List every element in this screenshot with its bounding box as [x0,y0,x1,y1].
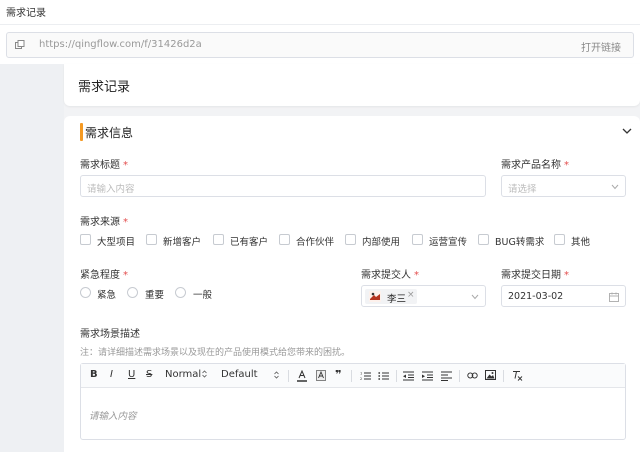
date-value: 2021-03-02 [508,291,564,302]
left-gutter [0,64,64,452]
background-color-icon[interactable] [316,370,326,381]
open-link-button[interactable]: 打开链接 [581,39,621,54]
date-picker[interactable]: 2021-03-02 [501,285,626,307]
chevron-down-icon [611,184,619,190]
link-icon[interactable] [467,370,478,381]
svg-text:2: 2 [360,377,362,381]
source-label: 需求来源 * [80,217,128,228]
source-option-label: 其他 [571,237,591,248]
title-input[interactable]: 请输入内容 [80,175,486,197]
bullet-list-icon[interactable] [378,371,389,381]
source-option-label: 已有客户 [230,237,269,248]
share-link-bar: https://qingflow.com/f/31426d2a 打开链接 [0,24,640,64]
source-checkbox[interactable] [345,234,356,245]
remove-user-icon[interactable]: × [407,290,415,300]
url-text: https://qingflow.com/f/31426d2a [39,39,202,50]
chevron-down-icon [471,294,479,300]
toolbar-divider [503,370,504,382]
source-checkbox[interactable] [213,234,224,245]
scenario-note: 注：请详细描述需求场景以及现在的产品使用模式给您带来的困扰。 [80,348,351,358]
source-checkbox[interactable] [478,234,489,245]
italic-button[interactable]: I [110,369,113,380]
date-label: 需求提交日期 * [501,270,569,281]
source-option-label: BUG转需求 [495,237,545,248]
toolbar-divider [459,370,460,382]
source-option-label: 运营宣传 [429,237,468,248]
editor-placeholder: 请输入内容 [89,411,137,422]
rich-text-editor[interactable]: B I U S Normal Default ❞ 12 请输入内容 [80,363,626,440]
font-select[interactable]: Default [221,369,258,380]
chevron-down-icon[interactable] [622,127,632,135]
updown-icon [274,371,279,379]
user-chip: 李三 × [365,289,417,305]
page-title: 需求记录 [78,80,131,95]
bold-button[interactable]: B [90,369,98,380]
avatar [369,291,381,302]
calendar-icon [609,292,619,302]
urgency-option-label: 重要 [145,290,165,301]
title-label: 需求标题 * [80,160,128,171]
source-checkbox[interactable] [80,234,91,245]
urgency-radio[interactable] [80,287,91,298]
underline-button[interactable]: U [128,369,135,380]
strike-button[interactable]: S [146,369,152,380]
url-field[interactable]: https://qingflow.com/f/31426d2a 打开链接 [6,32,634,58]
quote-button[interactable]: ❞ [335,368,341,381]
text-color-icon[interactable] [297,370,307,382]
section-accent-bar [80,123,83,141]
window-titlebar: 需求记录 [0,0,640,24]
source-option-label: 内部使用 [362,237,401,248]
urgency-option-label: 一般 [193,290,213,301]
source-checkbox[interactable] [412,234,423,245]
clear-format-icon[interactable] [512,370,523,381]
source-option-label: 合作伙伴 [296,237,335,248]
source-checkbox[interactable] [146,234,157,245]
toolbar-divider [396,370,397,382]
urgency-radio[interactable] [127,287,138,298]
updown-icon [202,370,207,378]
window-title: 需求记录 [6,8,46,19]
submitter-name: 李三 [387,294,407,305]
outdent-icon[interactable] [403,371,414,381]
toolbar-divider [351,370,352,382]
svg-text:1: 1 [360,372,362,376]
toolbar-divider [288,370,289,382]
product-placeholder: 请选择 [508,184,537,195]
ordered-list-icon[interactable]: 12 [360,371,371,381]
source-checkbox[interactable] [279,234,290,245]
title-placeholder: 请输入内容 [87,184,135,195]
header-card: 需求记录 [64,64,640,106]
section-title: 需求信息 [85,126,134,140]
editor-toolbar: B I U S Normal Default ❞ 12 [81,364,625,388]
submitter-label: 需求提交人 * [361,270,419,281]
source-option-label: 新增客户 [163,237,202,248]
align-icon[interactable] [441,371,452,381]
product-label: 需求产品名称 * [501,160,569,171]
urgency-radio[interactable] [175,287,186,298]
form-card: 需求信息 需求标题 * 请输入内容 需求产品名称 * 请选择 需求来源 * 大型项目 … [64,116,640,452]
heading-select[interactable]: Normal [165,369,207,380]
scenario-label: 需求场景描述 [80,329,140,340]
submitter-select[interactable]: 李三 × [361,285,486,307]
image-icon[interactable] [485,370,496,380]
source-checkbox[interactable] [554,234,565,245]
source-option-label: 大型项目 [97,237,136,248]
product-select[interactable]: 请选择 [501,175,626,197]
indent-icon[interactable] [422,371,433,381]
urgency-option-label: 紧急 [97,290,117,301]
copy-icon[interactable] [15,40,25,50]
urgency-label: 紧急程度 * [80,270,128,281]
